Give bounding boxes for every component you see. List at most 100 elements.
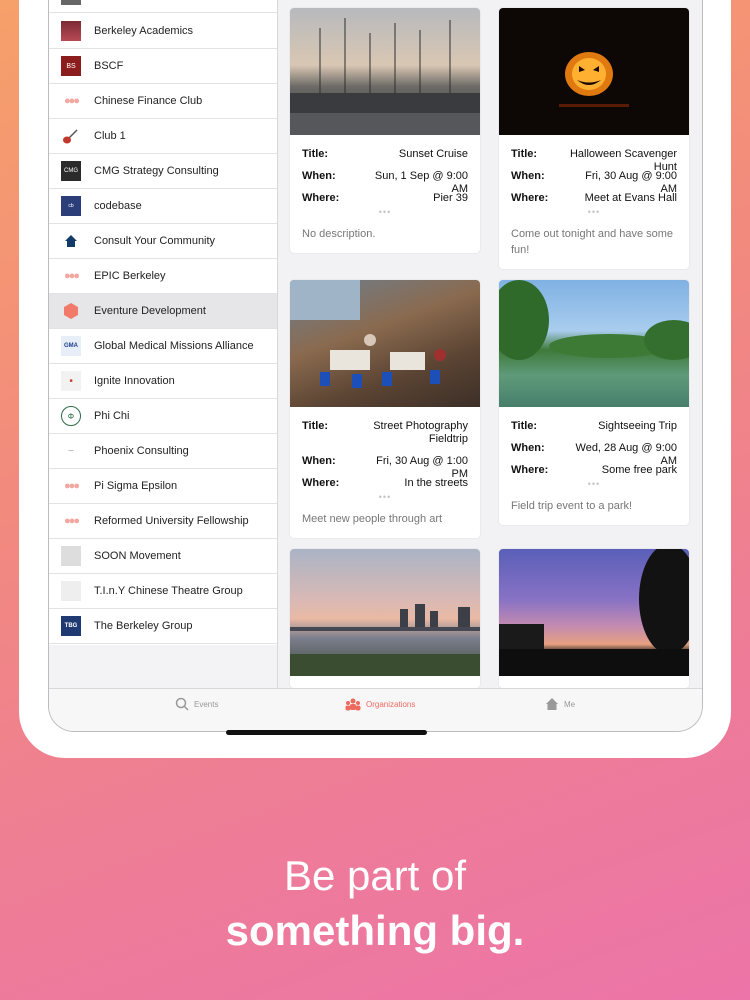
event-description: No description. [302, 228, 376, 240]
sidebar-item-label: Eventure Development [94, 305, 206, 317]
sidebar-item-club-1[interactable]: Club 1 [49, 119, 277, 154]
codebase-logo: cb [61, 196, 81, 216]
park-lake-photo [499, 280, 689, 407]
sidebar-item-label: Phi Chi [94, 410, 130, 422]
sidebar-item-phi-chi[interactable]: Φ Phi Chi [49, 399, 277, 434]
sidebar-item-label: Chinese Finance Club [94, 95, 203, 107]
sidebar-item-phoenix-consulting[interactable]: — Phoenix Consulting [49, 434, 277, 469]
separator-dots: ••• [378, 492, 392, 502]
phoenix-logo: — [61, 441, 81, 461]
guitar-icon [61, 126, 81, 146]
sidebar-item-chinese-finance-club[interactable]: ●●● Chinese Finance Club [49, 84, 277, 119]
tagline-line-2: something big. [225, 907, 525, 954]
sidebar-item-berkeley-academics[interactable]: Berkeley Academics [49, 14, 277, 49]
tab-me-label: Me [564, 699, 576, 709]
sidebar-item-consult-your-community[interactable]: Consult Your Community [49, 224, 277, 259]
sidebar-item-codebase[interactable]: cb codebase [49, 189, 277, 224]
sidebar-item-bscf[interactable]: BS BSCF [49, 49, 277, 84]
cmg-logo: CMG [61, 161, 81, 181]
people-group-icon [345, 698, 361, 711]
app-screen: Berkeley Academics BS BSCF ●●● Chinese F… [48, 0, 703, 732]
sidebar-item-label: Club 1 [94, 130, 126, 142]
sidebar-item-label: T.I.n.Y Chinese Theatre Group [94, 585, 243, 597]
event-title-row: Title: Street Photography Fieldtrip [302, 420, 468, 445]
sidebar-item-label: EPIC Berkeley [94, 270, 166, 282]
house-icon [61, 231, 81, 251]
ignite-logo: ■ [61, 371, 81, 391]
sidebar-item-label: Consult Your Community [94, 235, 216, 247]
sidebar-item-ignite-innovation[interactable]: ■ Ignite Innovation [49, 364, 277, 399]
tab-me[interactable]: Me [545, 697, 575, 711]
event-description: Field trip event to a park! [511, 500, 633, 512]
hexagon-logo [61, 301, 81, 321]
event-description: Come out tonight and have some fun! [511, 228, 674, 256]
people-icon: ●●● [64, 515, 80, 527]
separator-dots: ••• [587, 479, 601, 489]
tab-organizations-label: Organizations [366, 699, 416, 709]
jack-o-lantern-photo [499, 8, 689, 135]
sidebar-item-cmg[interactable]: CMG CMG Strategy Consulting [49, 154, 277, 189]
separator-dots: ••• [587, 207, 601, 217]
sidebar-item-label: CMG Strategy Consulting [94, 165, 219, 177]
event-title: Street Photography Fieldtrip [373, 420, 468, 445]
sidebar-item-pi-sigma-epsilon[interactable]: ●●● Pi Sigma Epsilon [49, 469, 277, 504]
event-card-purple-sunset[interactable] [499, 549, 689, 688]
event-title: Sunset Cruise [398, 148, 468, 160]
home-indicator[interactable] [226, 730, 427, 735]
event-card-street-photography[interactable]: Title: Street Photography Fieldtrip When:… [290, 280, 480, 538]
sidebar-empty-area [49, 645, 277, 688]
sidebar-item-label: Reformed University Fellowship [94, 515, 249, 527]
sidebar-item-label: SOON Movement [94, 550, 181, 562]
tbg-logo: TBG [61, 616, 81, 636]
people-icon: ●●● [64, 480, 80, 492]
sidebar-item-ruf[interactable]: ●●● Reformed University Fellowship [49, 504, 277, 539]
event-card-halloween[interactable]: Title: Halloween Scavenger Hunt When: Fri,… [499, 8, 689, 269]
sidebar-item-berkeley-group[interactable]: TBG The Berkeley Group [49, 609, 277, 644]
search-icon [175, 697, 189, 711]
tab-bar: Events Organizations Me [49, 688, 702, 731]
sidebar-item-tiny-theatre[interactable]: T.I.n.Y Chinese Theatre Group [49, 574, 277, 609]
lake-city-sunset-photo [290, 549, 480, 676]
sidebar-item-label: Phoenix Consulting [94, 445, 189, 457]
sidebar-item-gmma[interactable]: GMA Global Medical Missions Alliance [49, 329, 277, 364]
tab-events-label: Events [194, 699, 219, 709]
event-title-row: Title: Sightseeing Trip [511, 420, 677, 432]
home-icon [546, 698, 558, 710]
sidebar-item-partial[interactable] [49, 0, 277, 13]
purple-sunset-photo [499, 549, 689, 676]
event-where-row: Where: Pier 39 [302, 192, 468, 204]
soon-logo [61, 546, 81, 566]
sidebar-item-label: BSCF [94, 60, 124, 72]
sidebar-item-label: Pi Sigma Epsilon [94, 480, 178, 492]
event-where-row: Where: In the streets [302, 477, 468, 489]
tiny-logo [61, 581, 81, 601]
sidebar-item-epic-berkeley[interactable]: ●●● EPIC Berkeley [49, 259, 277, 294]
sidebar-item-label: Global Medical Missions Alliance [94, 340, 254, 352]
event-card-lake-sunset[interactable] [290, 549, 480, 688]
event-card-sightseeing[interactable]: Title: Sightseeing Trip When: Wed, 28 Aug … [499, 280, 689, 525]
pier-restaurant-photo [290, 280, 480, 407]
event-title-row: Title: Sunset Cruise [302, 148, 468, 160]
event-description: Meet new people through art [302, 513, 443, 525]
event-where: Pier 39 [433, 192, 468, 204]
people-icon: ●●● [64, 270, 80, 282]
people-icon: ●●● [64, 95, 80, 107]
gmma-logo: GMA [61, 336, 81, 356]
event-where-row: Where: Meet at Evans Hall [511, 192, 677, 204]
sidebar-item-label: Ignite Innovation [94, 375, 175, 387]
berkeley-academics-logo [61, 21, 81, 41]
event-where: Some free park [601, 464, 677, 476]
tab-organizations[interactable]: Organizations [345, 697, 415, 711]
phi-chi-logo: Φ [61, 406, 81, 426]
sidebar-item-soon-movement[interactable]: SOON Movement [49, 539, 277, 574]
bscf-logo: BS [61, 56, 81, 76]
event-card-sunset-cruise[interactable]: Title: Sunset Cruise When: Sun, 1 Sep @ 9:… [290, 8, 480, 253]
tagline-line-1: Be part of [283, 852, 467, 899]
sidebar-item-label: codebase [94, 200, 142, 212]
org-logo [61, 0, 81, 5]
organizations-sidebar: Berkeley Academics BS BSCF ●●● Chinese F… [49, 0, 278, 688]
sidebar-item-label: Berkeley Academics [94, 25, 194, 37]
event-title: Sightseeing Trip [598, 420, 677, 432]
tab-events[interactable]: Events [175, 697, 218, 711]
sidebar-item-eventure-development[interactable]: Eventure Development [49, 294, 277, 329]
